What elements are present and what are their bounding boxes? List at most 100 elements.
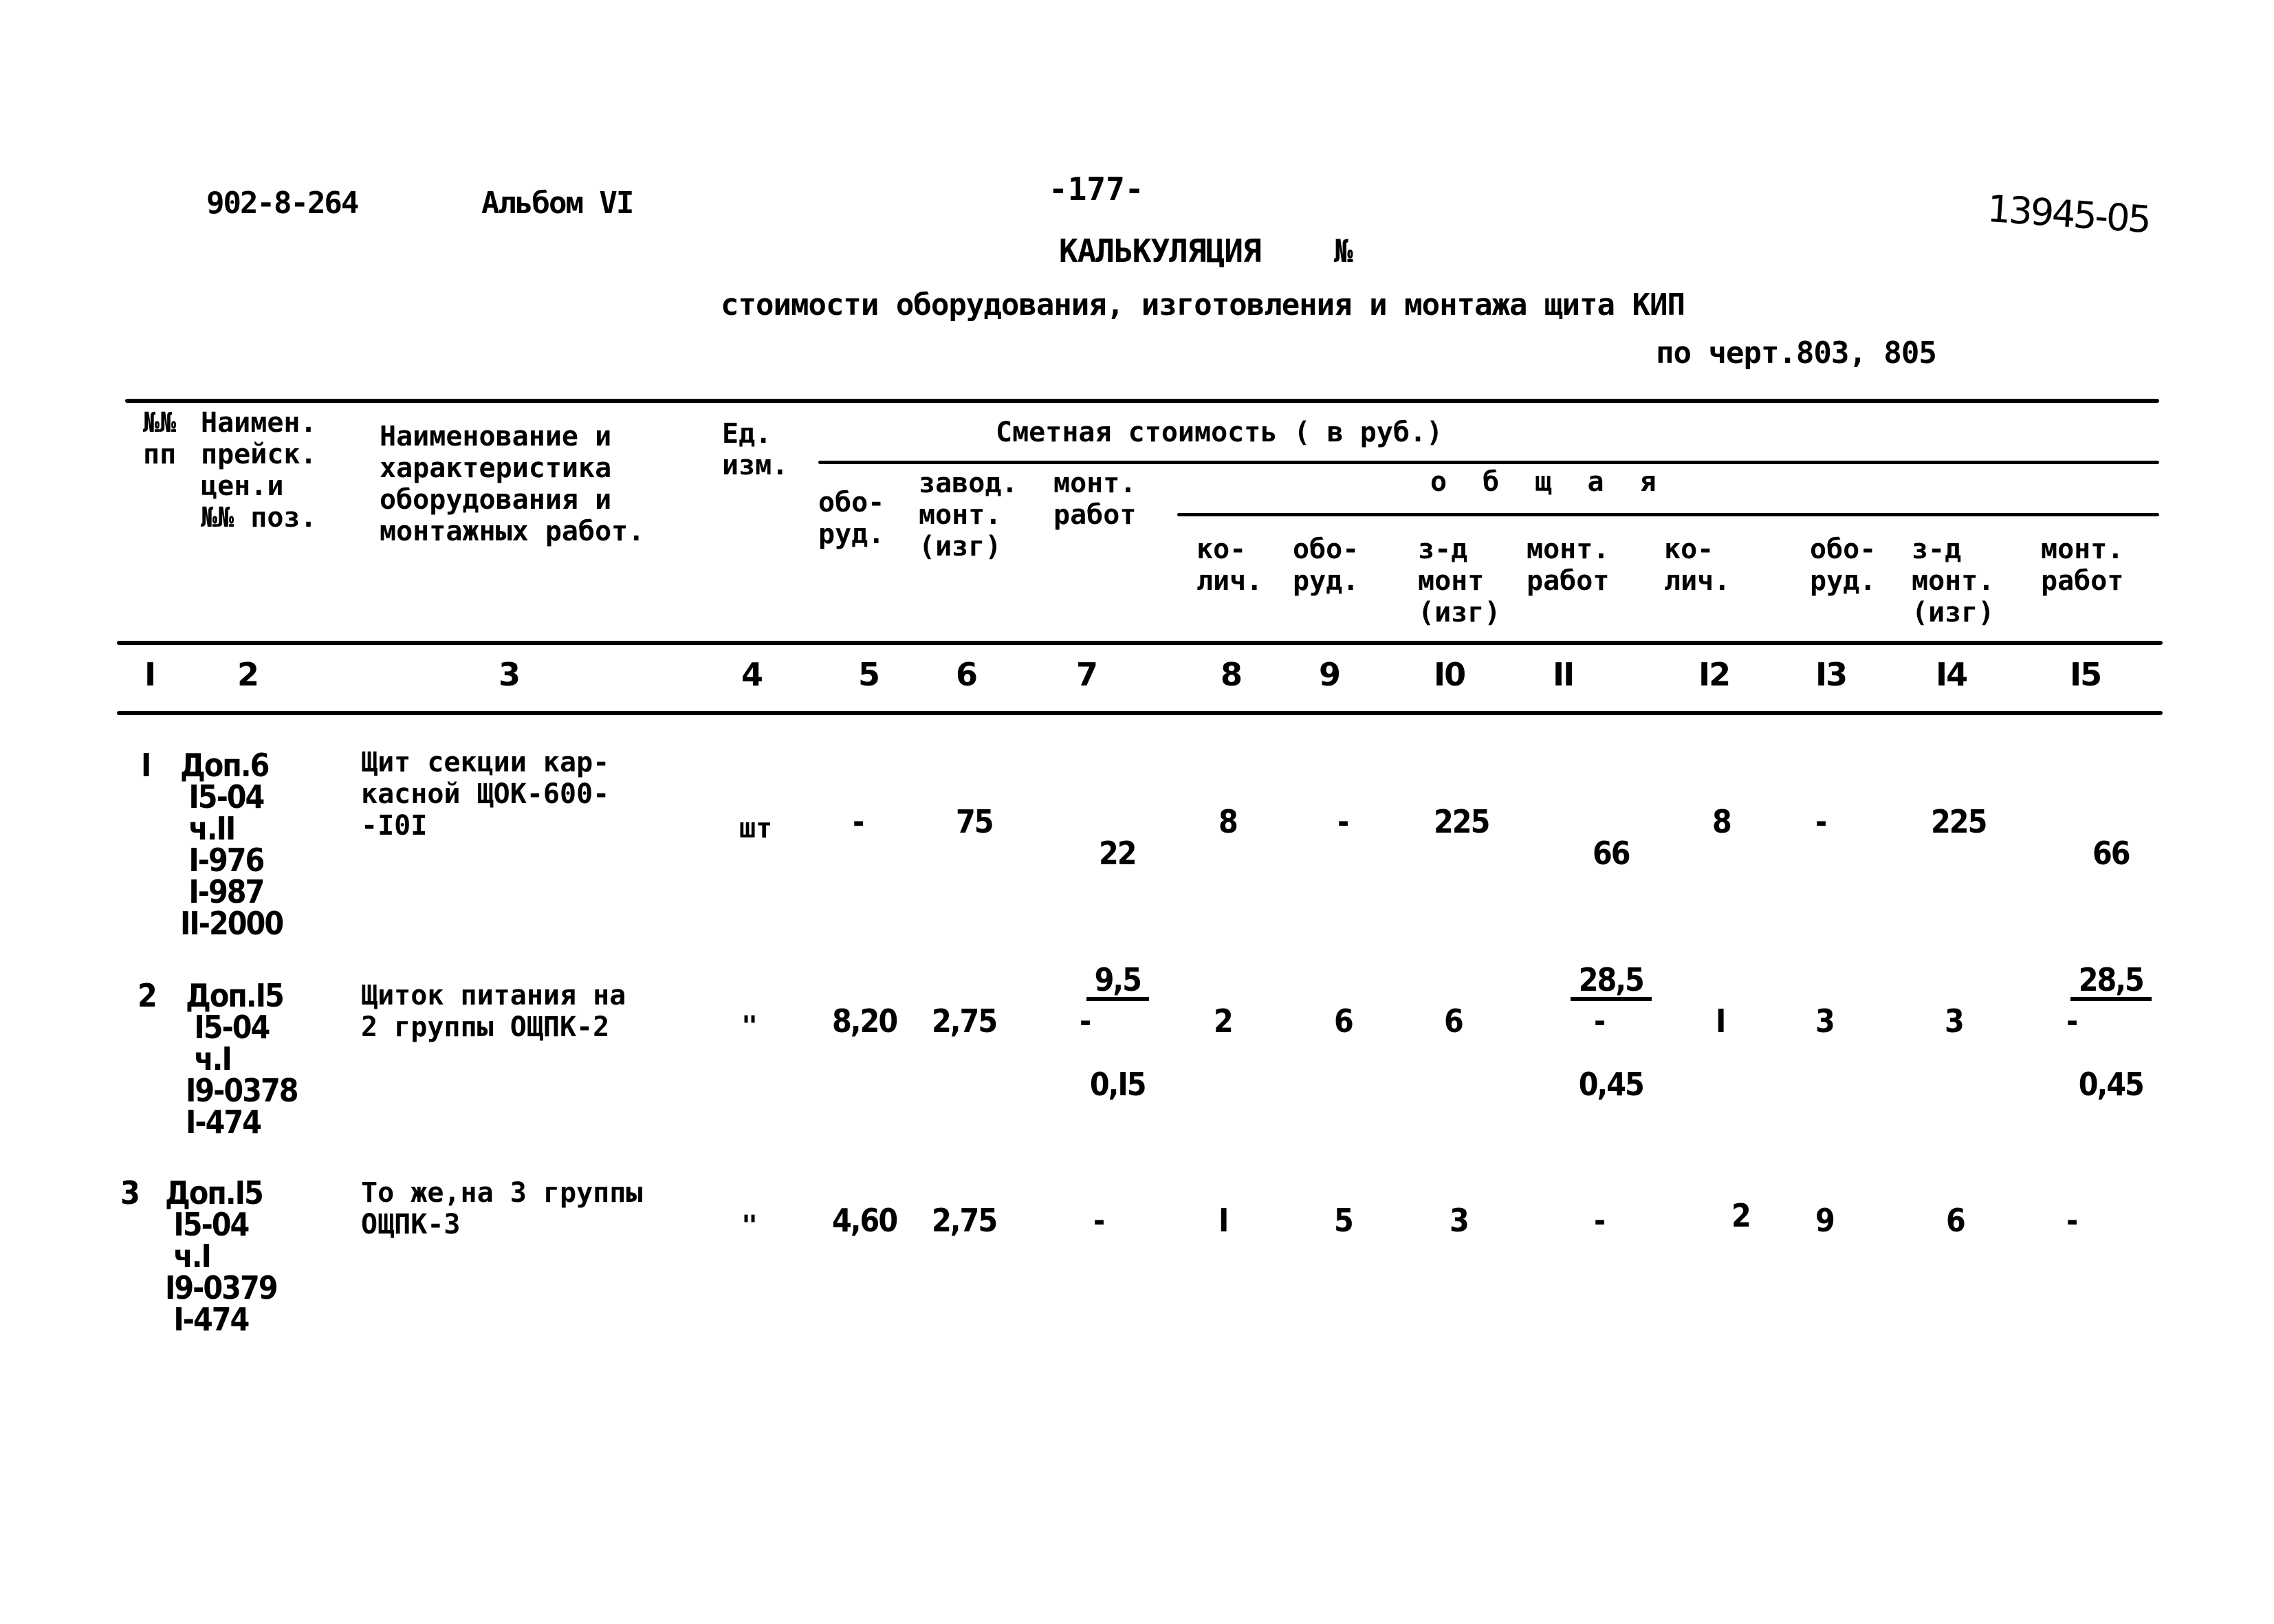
column-number: I2 [1698, 656, 1731, 693]
header-factory-mount: завод. монт. (изг) [919, 468, 1018, 562]
mount-2-value: 66 [2092, 835, 2131, 872]
column-number: 2 [237, 656, 259, 693]
header-mount-2: монт. работ [2041, 534, 2124, 597]
unit: шт [739, 813, 773, 844]
header-quantity: ко- лич. [1196, 534, 1263, 597]
factory-mount-cost: 75 [956, 803, 994, 840]
page-title: КАЛЬКУЛЯЦИЯ [1059, 232, 1262, 270]
album-label: Альбом VI [481, 186, 634, 221]
equipment-cost: 8,20 [832, 1002, 898, 1040]
header-item-name: Наименование и характеристика оборудован… [380, 421, 645, 547]
header-factory-2: з-д монт. (изг) [1912, 534, 1995, 628]
total-mount: 66 28,5 0,45 [1532, 806, 1656, 1195]
header-equipment: обо- руд. [818, 487, 885, 550]
header-row-number: №№ пп [143, 407, 177, 470]
quantity-2: 2 [1731, 1197, 1751, 1234]
mount-2: - [2066, 1202, 2078, 1239]
factory-mount-cost: 2,75 [932, 1002, 998, 1040]
mount-work-fraction: 9,5 0,I5 [1086, 901, 1149, 1163]
drawing-reference: по черт.803, 805 [1656, 336, 1937, 371]
total-group-rule [1177, 513, 2159, 516]
equipment-cost: 4,60 [832, 1202, 898, 1239]
price-reference: Доп.I5 I5-04 ч.I I9-0378 I-474 [186, 977, 299, 1141]
total-mount-fraction: 28,5 0,45 [1570, 901, 1652, 1163]
column-number: I3 [1815, 656, 1848, 693]
document-number: 13945-05 [1986, 186, 2151, 242]
header-mount-work: монт. работ [1053, 468, 1137, 531]
column-number: 8 [1221, 656, 1243, 693]
total-equipment: 5 [1334, 1202, 1354, 1239]
factory-2: 3 [1945, 1002, 1965, 1040]
equipment-2: - [1815, 803, 1827, 840]
column-number: 3 [499, 656, 521, 693]
row-number: 2 [138, 977, 157, 1014]
column-number: 6 [956, 656, 978, 693]
fraction-denominator: 0,45 [2078, 1066, 2145, 1103]
fraction-numerator: 9,5 [1086, 964, 1149, 1001]
mount-work-value: 22 [1099, 835, 1137, 872]
page-subtitle: стоимости оборудования, изготовления и м… [721, 287, 1685, 322]
column-number: 5 [858, 656, 880, 693]
header-total-factory: з-д монт (изг) [1418, 534, 1501, 628]
total-mount: - [1594, 1002, 1606, 1040]
total-factory: 225 [1434, 803, 1490, 840]
column-number: I0 [1434, 656, 1466, 693]
equipment-cost: - [853, 803, 864, 840]
header-estimated-cost: Сметная стоимость ( в руб.) [996, 417, 1443, 448]
total-mount: - [1594, 1202, 1606, 1239]
price-reference: Доп.6 I5-04 ч.II I-976 I-987 II-2000 [180, 747, 284, 942]
table-top-rule [125, 399, 2159, 403]
cost-group-rule [818, 461, 2159, 464]
header-price-ref: Наимен. прейск. цен.и №№ поз. [201, 407, 317, 534]
header-unit: Ед. изм. [722, 418, 789, 481]
total-equipment: 6 [1334, 1002, 1354, 1040]
quantity-2: 8 [1712, 803, 1732, 840]
factory-2: 6 [1946, 1202, 1966, 1239]
header-total-mount: монт. работ [1527, 534, 1610, 597]
equipment-2: 3 [1815, 1002, 1835, 1040]
factory-2: 225 [1931, 803, 1987, 840]
item-name: Щит секции кар- касной ЩОК-600- -I0I [361, 747, 610, 842]
mount-2: - [2066, 1002, 2078, 1040]
total-factory: 3 [1450, 1202, 1469, 1239]
mount-work-cost: - [1080, 1002, 1091, 1040]
column-number: I5 [2070, 656, 2102, 693]
quantity: 2 [1214, 1002, 1234, 1040]
header-total: о б щ а я [1430, 466, 1666, 498]
page-number: -177- [1049, 171, 1144, 208]
fraction-denominator: 0,45 [1578, 1066, 1645, 1103]
total-mount-value: 66 [1593, 835, 1631, 872]
fraction-numerator: 28,5 [1570, 964, 1652, 1001]
header-bottom-rule [117, 641, 2163, 645]
row-number: I [141, 747, 151, 784]
column-number: II [1553, 656, 1575, 693]
total-equipment: - [1337, 803, 1349, 840]
unit: " [741, 1210, 758, 1242]
fraction-denominator: 0,I5 [1089, 1066, 1147, 1103]
total-factory: 6 [1444, 1002, 1464, 1040]
quantity: I [1218, 1202, 1229, 1239]
quantity: 8 [1218, 803, 1238, 840]
column-number: 7 [1076, 656, 1098, 693]
title-number-sign: № [1334, 232, 1353, 270]
row-number: 3 [120, 1174, 140, 1211]
unit: " [741, 1011, 758, 1042]
quantity-2: I [1716, 1002, 1726, 1040]
item-name: То же,на 3 группы ОЩПК-3 [361, 1177, 643, 1240]
fraction-numerator: 28,5 [2070, 964, 2152, 1001]
column-number: I [144, 656, 156, 693]
mount-2: 66 28,5 0,45 [2032, 806, 2156, 1195]
equipment-2: 9 [1815, 1202, 1835, 1239]
column-number: 4 [741, 656, 763, 693]
header-equipment-2: обо- руд. [1810, 534, 1877, 597]
column-number: 9 [1319, 656, 1341, 693]
header-total-equipment: обо- руд. [1293, 534, 1359, 597]
column-number: I4 [1936, 656, 1968, 693]
column-numbers-rule [117, 711, 2163, 715]
mount-2-fraction: 28,5 0,45 [2070, 901, 2152, 1163]
project-code: 902-8-264 [206, 186, 359, 221]
price-reference: Доп.I5 I5-04 ч.I I9-0379 I-474 [165, 1174, 278, 1338]
factory-mount-cost: 2,75 [932, 1202, 998, 1239]
item-name: Щиток питания на 2 группы ОЩПК-2 [361, 980, 626, 1043]
header-quantity-2: ко- лич. [1664, 534, 1731, 597]
